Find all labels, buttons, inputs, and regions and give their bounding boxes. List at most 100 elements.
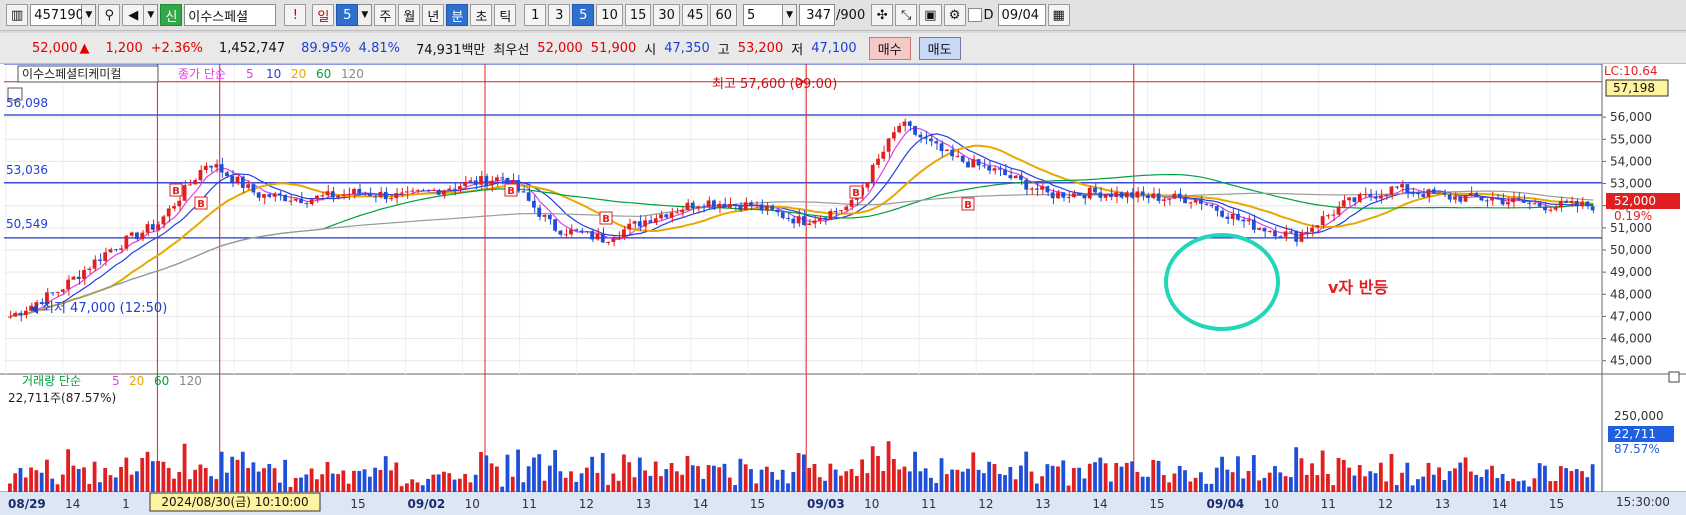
- period-count[interactable]: 5: [336, 4, 359, 26]
- buy-signal-label: B: [172, 186, 180, 197]
- period-month[interactable]: 월: [398, 4, 421, 26]
- volume-bar: [1543, 465, 1547, 492]
- minute-60[interactable]: 60: [710, 4, 738, 26]
- candle: [611, 239, 616, 242]
- volume-bar: [1447, 471, 1452, 492]
- alert-button[interactable]: !: [284, 4, 307, 26]
- buy-button[interactable]: 매수: [868, 36, 911, 60]
- volume-bar: [1040, 476, 1044, 492]
- gear-icon[interactable]: ⚙: [943, 4, 966, 26]
- volume-bar: [320, 474, 325, 492]
- open-price: 47,350: [664, 40, 710, 56]
- candle: [479, 176, 483, 185]
- search-icon[interactable]: ⚲: [98, 4, 121, 26]
- volume-bar: [1188, 481, 1193, 492]
- period-day[interactable]: 일: [312, 4, 335, 26]
- candle: [1453, 196, 1457, 200]
- minute-1[interactable]: 1: [524, 4, 547, 26]
- volume-bar: [648, 475, 653, 492]
- d-checkbox[interactable]: [967, 8, 982, 22]
- candle: [219, 164, 224, 173]
- volume-box-value: 22,711: [1614, 427, 1656, 441]
- x-tick-label: 14: [1492, 497, 1507, 511]
- minute-5[interactable]: 5: [572, 4, 595, 26]
- candle: [256, 192, 261, 198]
- candle: [1257, 227, 1262, 230]
- x-tick-label: 14: [1092, 497, 1107, 511]
- volume-bar: [1336, 457, 1341, 492]
- price-chart[interactable]: 56,00055,00054,00053,00052,00051,00050,0…: [0, 64, 1686, 515]
- volume-bar: [1304, 474, 1309, 492]
- minute-15[interactable]: 15: [624, 4, 652, 26]
- volume-bar: [246, 468, 250, 492]
- minute-3[interactable]: 3: [548, 4, 571, 26]
- save-icon[interactable]: ▣: [919, 4, 942, 26]
- candle: [1590, 206, 1595, 211]
- candle: [108, 249, 113, 253]
- volume-bar: [442, 471, 446, 492]
- candle: [1447, 194, 1452, 200]
- crosshair-icon[interactable]: ✣: [871, 4, 894, 26]
- volume-bar: [706, 465, 711, 492]
- candle: [50, 292, 55, 294]
- candle: [1543, 206, 1547, 211]
- volume-bar: [1468, 471, 1473, 492]
- sell-button[interactable]: 매도: [918, 36, 961, 60]
- volume-bar: [971, 452, 976, 492]
- volume-bar: [288, 486, 293, 492]
- level-label-low: 50,549: [6, 217, 48, 231]
- candle: [664, 214, 669, 218]
- y-tick-label: 54,000: [1610, 154, 1652, 168]
- count-input[interactable]: 5: [743, 4, 784, 26]
- volume-pane-close-icon[interactable]: [1668, 371, 1680, 383]
- stock-code-input[interactable]: 457190: [30, 4, 84, 26]
- minute-45[interactable]: 45: [681, 4, 709, 26]
- candle: [701, 206, 706, 208]
- code-dropdown-icon[interactable]: ▼: [82, 4, 97, 26]
- volume-bar: [39, 472, 44, 492]
- minute-30[interactable]: 30: [653, 4, 680, 26]
- volume-bar: [749, 469, 753, 492]
- candle: [1341, 200, 1346, 207]
- volume-bar: [166, 467, 171, 492]
- candle: [1537, 203, 1542, 207]
- volume-bar: [897, 469, 902, 492]
- chart-icon[interactable]: ▥: [6, 4, 29, 26]
- range-input[interactable]: 347: [799, 4, 836, 26]
- period-minute[interactable]: 분: [446, 4, 469, 26]
- period-second[interactable]: 초: [470, 4, 493, 26]
- speaker-icon[interactable]: ◀: [122, 4, 145, 26]
- candle: [203, 165, 208, 171]
- candle: [1326, 215, 1330, 217]
- candle: [1013, 175, 1018, 179]
- candle: [23, 310, 28, 315]
- draw-tool-icon[interactable]: ⤡: [895, 4, 918, 26]
- volume-bar: [579, 473, 584, 492]
- stock-name-field[interactable]: 이수스페셜: [184, 4, 277, 26]
- date-input[interactable]: 09/04: [997, 4, 1046, 26]
- volume-bar: [172, 478, 176, 492]
- candle: [362, 193, 367, 195]
- x-tick-label: 15: [750, 497, 765, 511]
- period-dropdown-icon[interactable]: ▼: [358, 4, 373, 26]
- volume-bar: [1130, 461, 1134, 492]
- volume-bar: [214, 479, 219, 492]
- volume-bar: [786, 483, 790, 492]
- candle: [373, 196, 378, 198]
- count-dropdown-icon[interactable]: ▼: [783, 4, 798, 26]
- candle: [717, 203, 722, 207]
- period-week[interactable]: 주: [374, 4, 397, 26]
- candle: [1516, 198, 1521, 200]
- minute-10[interactable]: 10: [596, 4, 623, 26]
- candle: [87, 268, 92, 271]
- y-tick-label: 46,000: [1610, 332, 1652, 346]
- period-year[interactable]: 년: [422, 4, 445, 26]
- candle: [293, 198, 298, 201]
- period-tick[interactable]: 틱: [494, 4, 517, 26]
- candle: [1034, 188, 1039, 190]
- volume-bar: [1315, 475, 1320, 492]
- candle: [1273, 230, 1277, 237]
- candle: [1347, 197, 1352, 201]
- calendar-icon[interactable]: ▦: [1047, 4, 1070, 26]
- speaker-dropdown-icon[interactable]: ▼: [144, 4, 159, 26]
